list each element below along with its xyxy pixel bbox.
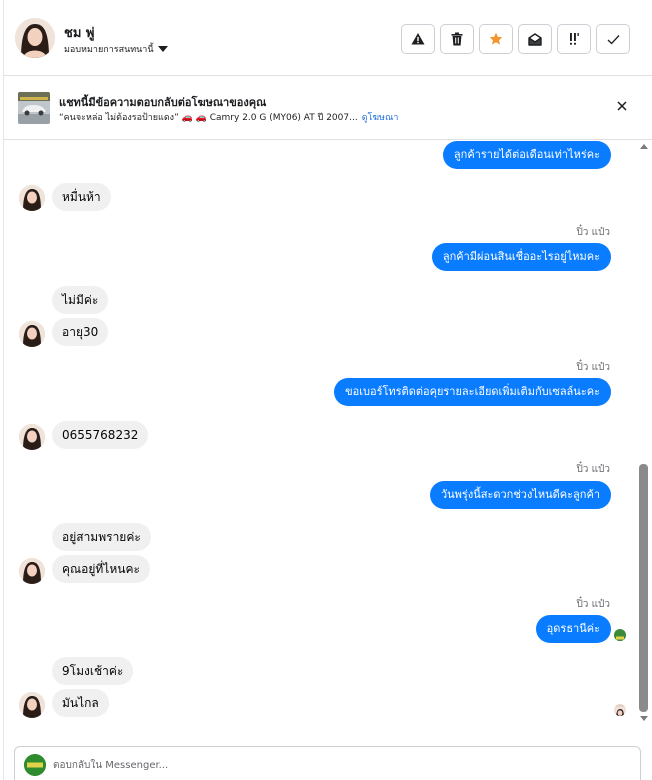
seen-receipt-avatar [614, 629, 626, 641]
ad-banner-title: แชทนี้มีข้อความตอบกลับต่อโฆษณาของคุณ [59, 96, 267, 109]
contact-avatar-small[interactable] [19, 424, 45, 450]
close-banner-button[interactable] [614, 98, 630, 114]
mark-unread-icon [528, 32, 542, 46]
close-icon [617, 101, 627, 111]
outgoing-message[interactable]: ลูกค้ามีผ่อนสินเชื่ออะไรอยู่ไหมคะ [431, 243, 611, 271]
incoming-message[interactable]: หมื่นห้า [52, 183, 111, 211]
incoming-message[interactable]: อายุ30 [52, 318, 109, 346]
chat-scrollbar-thumb[interactable] [639, 464, 648, 712]
contact-avatar-small[interactable] [19, 185, 45, 211]
contact-avatar[interactable] [15, 18, 55, 58]
reply-composer[interactable] [14, 746, 641, 780]
incoming-message[interactable]: คุณอยู่ที่ไหนคะ [52, 555, 150, 583]
sender-name: ปิ๋ว แป๋ว [576, 599, 610, 610]
ad-thumbnail[interactable] [18, 92, 50, 124]
sender-name: ปิ๋ว แป๋ว [576, 362, 610, 373]
read-receipt-avatar [614, 704, 626, 716]
view-ad-link[interactable]: ดูโฆษณา [362, 113, 399, 123]
ad-reply-banner: แชทนี้มีข้อความตอบกลับต่อโฆษณาของคุณ “คน… [4, 76, 652, 140]
sender-name: ปิ๋ว แป๋ว [576, 227, 610, 238]
assign-conversation-dropdown[interactable]: มอบหมายการสนทนานี้ [64, 42, 168, 56]
ad-caption: “คนจะหล่อ ไม่ต้องรอป้ายแดง” 🚗 🚗 Camry 2.… [59, 113, 358, 123]
contact-avatar-small[interactable] [19, 321, 45, 347]
trash-icon [451, 32, 463, 46]
page-avatar-icon [24, 754, 46, 776]
outgoing-message[interactable]: อุดรธานีค่ะ [535, 615, 611, 643]
report-button[interactable] [401, 24, 435, 54]
mark-done-button[interactable] [596, 24, 630, 54]
ad-banner-subtitle: “คนจะหล่อ ไม่ต้องรอป้ายแดง” 🚗 🚗 Camry 2.… [59, 110, 398, 124]
contact-avatar-small[interactable] [19, 558, 45, 584]
mark-unread-button[interactable] [518, 24, 552, 54]
outgoing-message[interactable]: ลูกค้ารายได้ต่อเดือนเท่าไหร่คะ [442, 141, 611, 169]
incoming-message[interactable]: 0655768232 [52, 421, 149, 449]
conversation-header: ชม พู่ มอบหมายการสนทนานี้ [4, 0, 652, 76]
check-icon [607, 34, 619, 44]
scroll-up-arrow-icon[interactable] [640, 144, 648, 149]
incoming-message[interactable]: ไม่มีค่ะ [52, 286, 109, 314]
assign-label: มอบหมายการสนทนานี้ [64, 45, 154, 55]
contact-avatar-small[interactable] [19, 692, 45, 718]
star-icon [489, 32, 503, 45]
outgoing-message[interactable]: ขอเบอร์โทรติดต่อคุยรายละเอียดเพิ่มเติมกั… [334, 378, 611, 406]
delete-button[interactable] [440, 24, 474, 54]
conversation-toolbar [401, 24, 630, 54]
follow-up-button[interactable] [557, 24, 591, 54]
incoming-message[interactable]: มันไกล [52, 689, 109, 717]
message-thread[interactable]: ลูกค้ารายได้ต่อเดือนเท่าไหร่คะ หมื่นห้า … [4, 141, 636, 721]
incoming-message[interactable]: อยู่สามพรายค่ะ [52, 523, 151, 551]
incoming-message[interactable]: 9โมงเช้าค่ะ [52, 657, 134, 685]
scroll-down-arrow-icon[interactable] [640, 716, 648, 721]
alert-icon [411, 33, 425, 45]
follow-up-icon [570, 33, 579, 45]
star-button[interactable] [479, 24, 513, 54]
outgoing-message[interactable]: วันพรุ่งนี้สะดวกช่วงไหนดีคะลูกค้า [429, 481, 611, 509]
caret-down-icon [157, 46, 168, 52]
reply-input[interactable] [53, 756, 613, 774]
sender-name: ปิ๋ว แป๋ว [576, 464, 610, 475]
contact-name[interactable]: ชม พู่ [64, 22, 95, 43]
